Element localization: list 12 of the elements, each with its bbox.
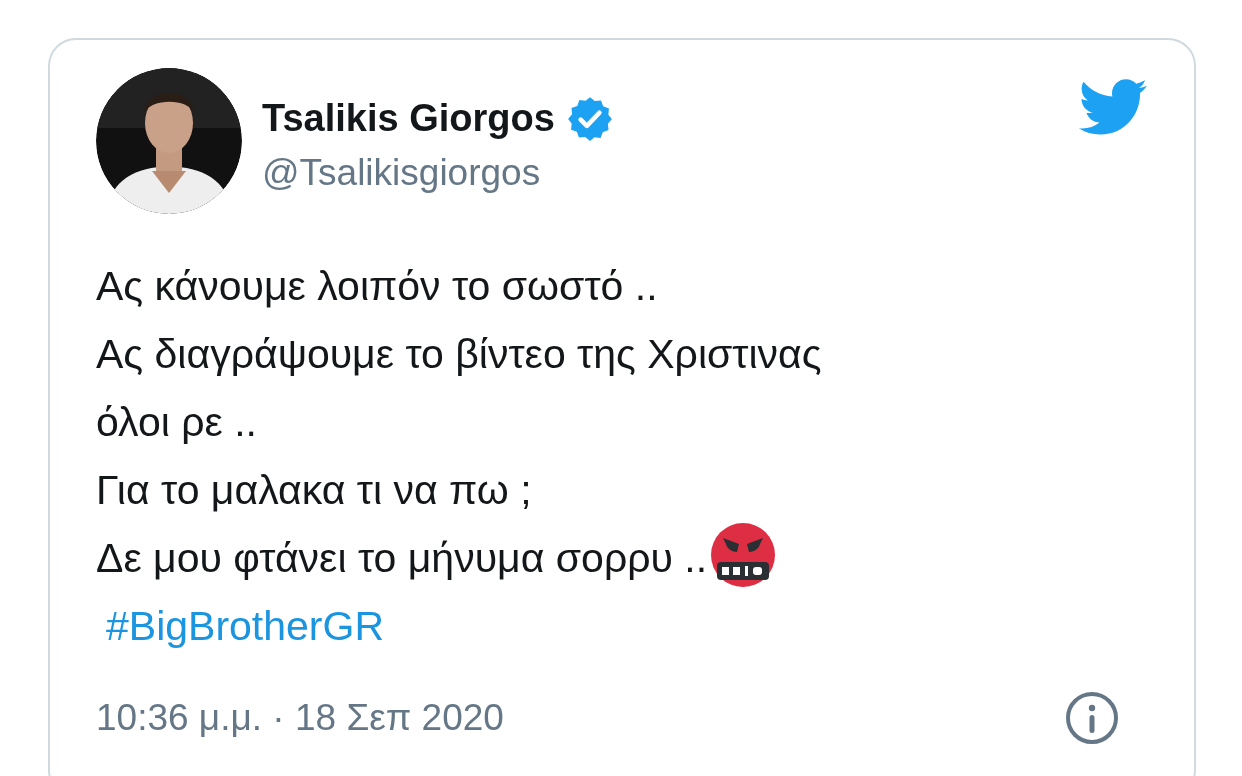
timestamp[interactable]: 10:36 μ.μ. · 18 Σεπ 2020 bbox=[96, 690, 504, 746]
tweet-text-line: Δε μου φτάνει το μήνυμα σορρυ .. bbox=[96, 534, 708, 583]
author-handle: @Tsalikisgiorgos bbox=[262, 150, 542, 195]
tweet-text-line: Ας κάνουμε λοιπόν το σωστό .. bbox=[96, 262, 658, 311]
author-name: Tsalikis Giorgos bbox=[262, 96, 555, 142]
tweet-text-line: Ας διαγράψουμε το βίντεο της Χριστινας bbox=[96, 330, 822, 379]
info-icon[interactable] bbox=[1064, 690, 1120, 746]
bird-icon[interactable] bbox=[1076, 76, 1148, 138]
hashtag-link[interactable]: #BigBrotherGR bbox=[106, 592, 384, 660]
angry-face-icon bbox=[709, 522, 778, 588]
tweet-text-line: όλοι ρε .. bbox=[96, 398, 257, 447]
tweet-text-line: Για το μαλακα τι να πω ; bbox=[96, 466, 532, 515]
